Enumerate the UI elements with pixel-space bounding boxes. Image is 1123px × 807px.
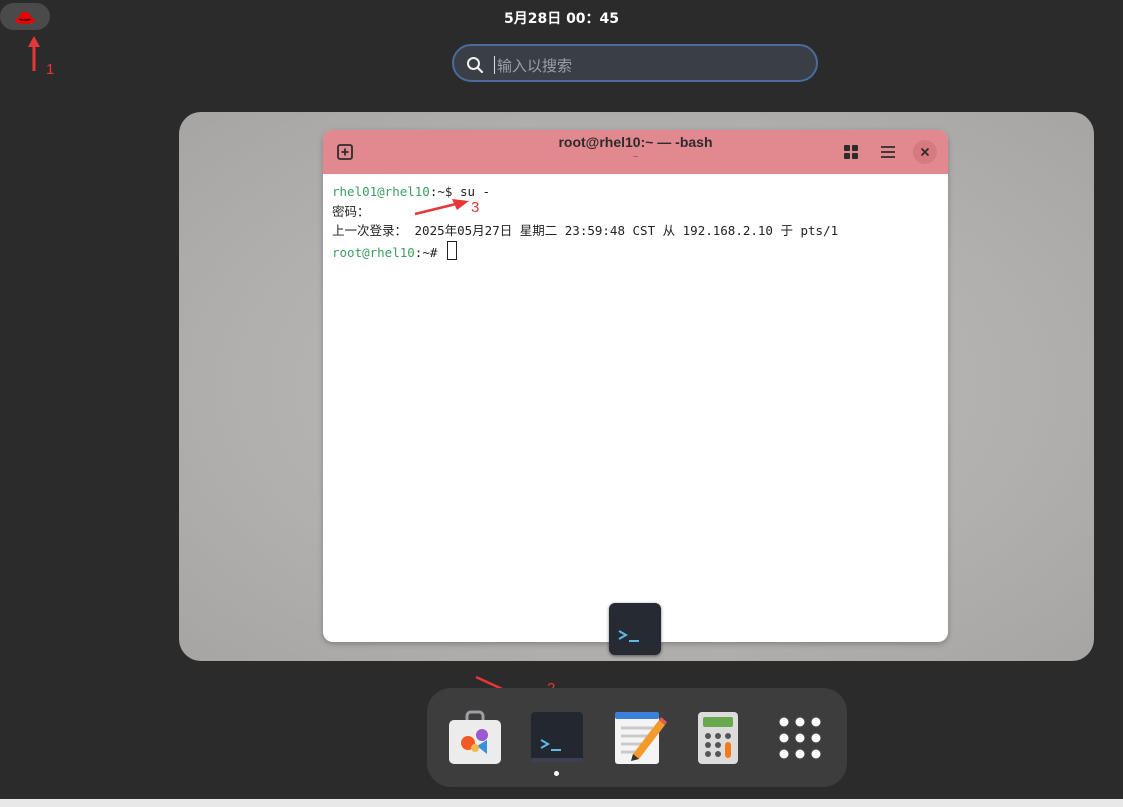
app-grid-icon [779, 717, 821, 759]
calculator-icon [698, 712, 738, 764]
dock-item-text-editor[interactable] [613, 710, 669, 766]
text-caret [494, 56, 495, 74]
bottom-edge [0, 799, 1123, 807]
dock-item-show-apps[interactable] [772, 710, 828, 766]
desktop: 1 5月28日 00：45 输入以搜索 root@rhel10:~ — -bas… [0, 0, 1123, 807]
search-input[interactable]: 输入以搜索 [452, 44, 818, 82]
terminal-cursor [446, 240, 457, 260]
close-button[interactable] [913, 140, 937, 164]
menu-button[interactable] [877, 141, 899, 163]
annotation-label-3: 3 [471, 199, 480, 216]
close-icon [920, 147, 930, 157]
software-store-icon [449, 710, 501, 764]
terminal-line: 上一次登录： 2025年05月27日 星期二 23:59:48 CST 从 19… [332, 223, 839, 238]
annotation-label-1: 1 [46, 61, 55, 78]
search-placeholder: 输入以搜索 [497, 57, 573, 75]
window-app-icon [609, 603, 661, 655]
dock-item-software[interactable] [447, 710, 503, 766]
search-icon [467, 57, 484, 74]
prompt-path: :~ [429, 184, 445, 199]
terminal-icon [618, 630, 639, 642]
dock [427, 688, 847, 787]
command-text: $ su - [444, 184, 491, 199]
clock[interactable]: 5月28日 00：45 [0, 8, 1123, 28]
hamburger-menu-icon [881, 146, 895, 158]
annotation-arrow-3 [414, 199, 469, 216]
running-indicator [554, 771, 559, 776]
terminal-line: root@rhel10:~# [332, 240, 939, 263]
prompt-user-host: rhel01@rhel10 [332, 184, 430, 199]
terminal-titlebar[interactable]: root@rhel10:~ — -bash ~ [323, 130, 948, 174]
dock-item-terminal[interactable] [530, 710, 586, 766]
text-editor-icon [615, 712, 667, 764]
tab-overview-button[interactable] [840, 141, 862, 163]
terminal-icon [531, 712, 583, 762]
dock-item-calculator[interactable] [696, 710, 752, 766]
prompt-symbol: # [429, 244, 445, 260]
tab-overview-icon [844, 145, 858, 159]
annotation-arrow-1 [28, 36, 40, 71]
prompt-user-host: root@rhel10 [332, 244, 415, 260]
terminal-output[interactable]: rhel01@rhel10:~$ su - 密码： 上一次登录： 2025年05月2… [332, 182, 939, 642]
prompt-path: :~ [414, 244, 430, 260]
